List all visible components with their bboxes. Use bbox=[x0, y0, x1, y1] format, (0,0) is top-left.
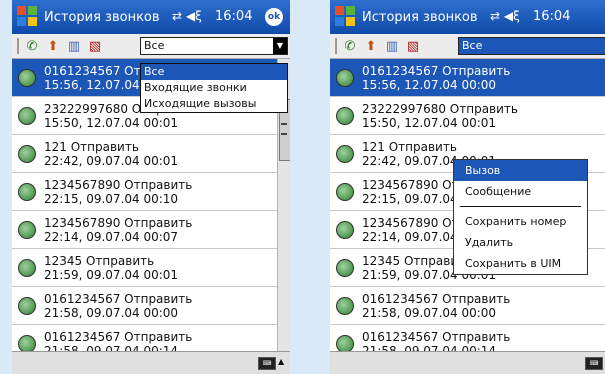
delete-icon[interactable]: ▥ bbox=[65, 37, 83, 55]
outgoing-call-icon bbox=[336, 296, 354, 315]
clock[interactable]: 16:04 bbox=[533, 9, 570, 24]
toolbar-separator bbox=[335, 38, 337, 54]
left-screen: История звонков ⇄ ◀ξ 16:04 ok ✆ ⬆ ▥ ▧ Вс… bbox=[12, 0, 290, 374]
clock[interactable]: 16:04 bbox=[215, 9, 252, 24]
right-screen: История звонков ⇄ ◀ξ 16:04 ✆ ⬆ ▥ ▧ Все 0… bbox=[330, 0, 605, 374]
call-number: 0161234567 Отправить bbox=[362, 63, 511, 78]
window-title: История звонков bbox=[362, 9, 478, 25]
list-item[interactable]: 1234567890 Отправить 22:15, 09.07.04 00:1… bbox=[12, 173, 290, 211]
call-time: 21:58, 09.07.04 00:00 bbox=[362, 305, 497, 320]
toolbar-separator bbox=[17, 38, 19, 54]
list-item[interactable]: 23222997680 Отправить 15:50, 12.07.04 00:… bbox=[330, 97, 605, 135]
status-icons[interactable]: ⇄ ◀ξ bbox=[490, 9, 520, 23]
call-time: 22:14, 09.07.04 00:07 bbox=[44, 229, 179, 244]
list-item[interactable]: 1234567890 Отправить 22:14, 09.07.04 00:0… bbox=[12, 211, 290, 249]
context-menu: Вызов Сообщение Сохранить номер Удалить … bbox=[453, 159, 588, 275]
list-item[interactable]: 12345 Отправить 21:59, 09.07.04 00:01 bbox=[12, 249, 290, 287]
outgoing-call-icon bbox=[336, 144, 354, 163]
chevron-up-icon[interactable]: ▲ bbox=[278, 357, 284, 366]
start-menu-icon[interactable] bbox=[17, 6, 39, 28]
outgoing-call-icon bbox=[18, 68, 36, 87]
volume-icon[interactable]: ◀ξ bbox=[504, 9, 520, 23]
toolbar: ✆ ⬆ ▥ ▧ Все ▼ bbox=[12, 34, 290, 59]
outgoing-call-icon bbox=[18, 296, 36, 315]
filter-combo[interactable]: Все ▼ bbox=[140, 37, 288, 55]
outgoing-call-icon bbox=[18, 144, 36, 163]
title-bar: История звонков ⇄ ◀ξ 16:04 bbox=[330, 0, 605, 34]
outgoing-call-icon bbox=[336, 334, 354, 353]
delete-all-icon[interactable]: ▧ bbox=[86, 37, 104, 55]
call-number: 1234567890 Отправить bbox=[44, 215, 193, 230]
call-number: 1234567890 Отправить bbox=[44, 177, 193, 192]
ok-button[interactable]: ok bbox=[265, 8, 283, 26]
outgoing-call-icon bbox=[18, 220, 36, 239]
call-icon[interactable]: ✆ bbox=[23, 37, 41, 55]
call-time: 22:42, 09.07.04 00:01 bbox=[44, 153, 179, 168]
save-contact-icon[interactable]: ⬆ bbox=[362, 37, 380, 55]
call-time: 15:50, 12.07.04 00:01 bbox=[362, 115, 497, 130]
call-number: 12345 Отправить bbox=[44, 253, 155, 268]
dropdown-option-all[interactable]: Все bbox=[141, 64, 287, 80]
filter-value: Все bbox=[144, 39, 165, 52]
list-item[interactable]: 0161234567 Отправить 21:58, 09.07.04 00:0… bbox=[330, 287, 605, 325]
call-time: 21:58, 09.07.04 00:00 bbox=[44, 305, 179, 320]
call-number: 0161234567 Отправить bbox=[362, 329, 511, 344]
list-item[interactable]: 0161234567 Отправить 21:58, 09.07.04 00:0… bbox=[12, 287, 290, 325]
chevron-down-icon[interactable]: ▼ bbox=[273, 38, 287, 54]
delete-all-icon[interactable]: ▧ bbox=[404, 37, 422, 55]
outgoing-call-icon bbox=[336, 68, 354, 87]
context-menu-save-to-uim[interactable]: Сохранить в UIM bbox=[454, 253, 587, 274]
volume-icon[interactable]: ◀ξ bbox=[186, 9, 202, 23]
scroll-grip-icon bbox=[281, 123, 287, 135]
bottom-bar: ⌨ bbox=[330, 351, 605, 374]
call-time: 15:50, 12.07.04 00:01 bbox=[44, 115, 179, 130]
outgoing-call-icon bbox=[336, 106, 354, 125]
dropdown-option-outgoing[interactable]: Исходящие вызовы bbox=[141, 96, 287, 112]
call-number: 121 Отправить bbox=[362, 139, 457, 154]
call-time: 15:56, 12.07.04 00:00 bbox=[362, 77, 497, 92]
title-bar: История звонков ⇄ ◀ξ 16:04 ok bbox=[12, 0, 290, 34]
status-icons[interactable]: ⇄ ◀ξ bbox=[172, 9, 202, 23]
filter-combo[interactable]: Все bbox=[458, 37, 605, 55]
context-menu-message[interactable]: Сообщение bbox=[454, 181, 587, 202]
call-number: 0161234567 Отправить bbox=[362, 291, 511, 306]
keyboard-icon[interactable]: ⌨ bbox=[258, 357, 276, 370]
connectivity-icon[interactable]: ⇄ bbox=[490, 9, 500, 23]
delete-icon[interactable]: ▥ bbox=[383, 37, 401, 55]
call-number: 0161234567 Отправить bbox=[44, 291, 193, 306]
outgoing-call-icon bbox=[18, 182, 36, 201]
call-icon[interactable]: ✆ bbox=[341, 37, 359, 55]
context-menu-call[interactable]: Вызов bbox=[454, 160, 587, 181]
list-item[interactable]: 0161234567 Отправить 15:56, 12.07.04 00:0… bbox=[330, 59, 605, 97]
outgoing-call-icon bbox=[18, 334, 36, 353]
call-time: 22:15, 09.07.04 00:10 bbox=[44, 191, 179, 206]
keyboard-icon[interactable]: ⌨ bbox=[585, 357, 603, 370]
dropdown-option-incoming[interactable]: Входящие звонки bbox=[141, 80, 287, 96]
call-time: 21:59, 09.07.04 00:01 bbox=[44, 267, 179, 282]
call-number: 121 Отправить bbox=[44, 139, 139, 154]
outgoing-call-icon bbox=[336, 220, 354, 239]
connectivity-icon[interactable]: ⇄ bbox=[172, 9, 182, 23]
window-title: История звонков bbox=[44, 9, 160, 25]
toolbar: ✆ ⬆ ▥ ▧ Все bbox=[330, 34, 605, 59]
filter-value: Все bbox=[462, 39, 483, 52]
menu-separator bbox=[460, 206, 581, 207]
outgoing-call-icon bbox=[18, 106, 36, 125]
save-contact-icon[interactable]: ⬆ bbox=[44, 37, 62, 55]
context-menu-delete[interactable]: Удалить bbox=[454, 232, 587, 253]
outgoing-call-icon bbox=[18, 258, 36, 277]
list-item[interactable]: 121 Отправить 22:42, 09.07.04 00:01 bbox=[12, 135, 290, 173]
start-menu-icon[interactable] bbox=[335, 6, 357, 28]
filter-dropdown: Все Входящие звонки Исходящие вызовы bbox=[140, 63, 288, 113]
outgoing-call-icon bbox=[336, 182, 354, 201]
call-number: 0161234567 Отправить bbox=[44, 329, 193, 344]
context-menu-save-number[interactable]: Сохранить номер bbox=[454, 211, 587, 232]
bottom-bar: ⌨ ▲ bbox=[12, 351, 290, 374]
outgoing-call-icon bbox=[336, 258, 354, 277]
call-number: 23222997680 Отправить bbox=[362, 101, 518, 116]
